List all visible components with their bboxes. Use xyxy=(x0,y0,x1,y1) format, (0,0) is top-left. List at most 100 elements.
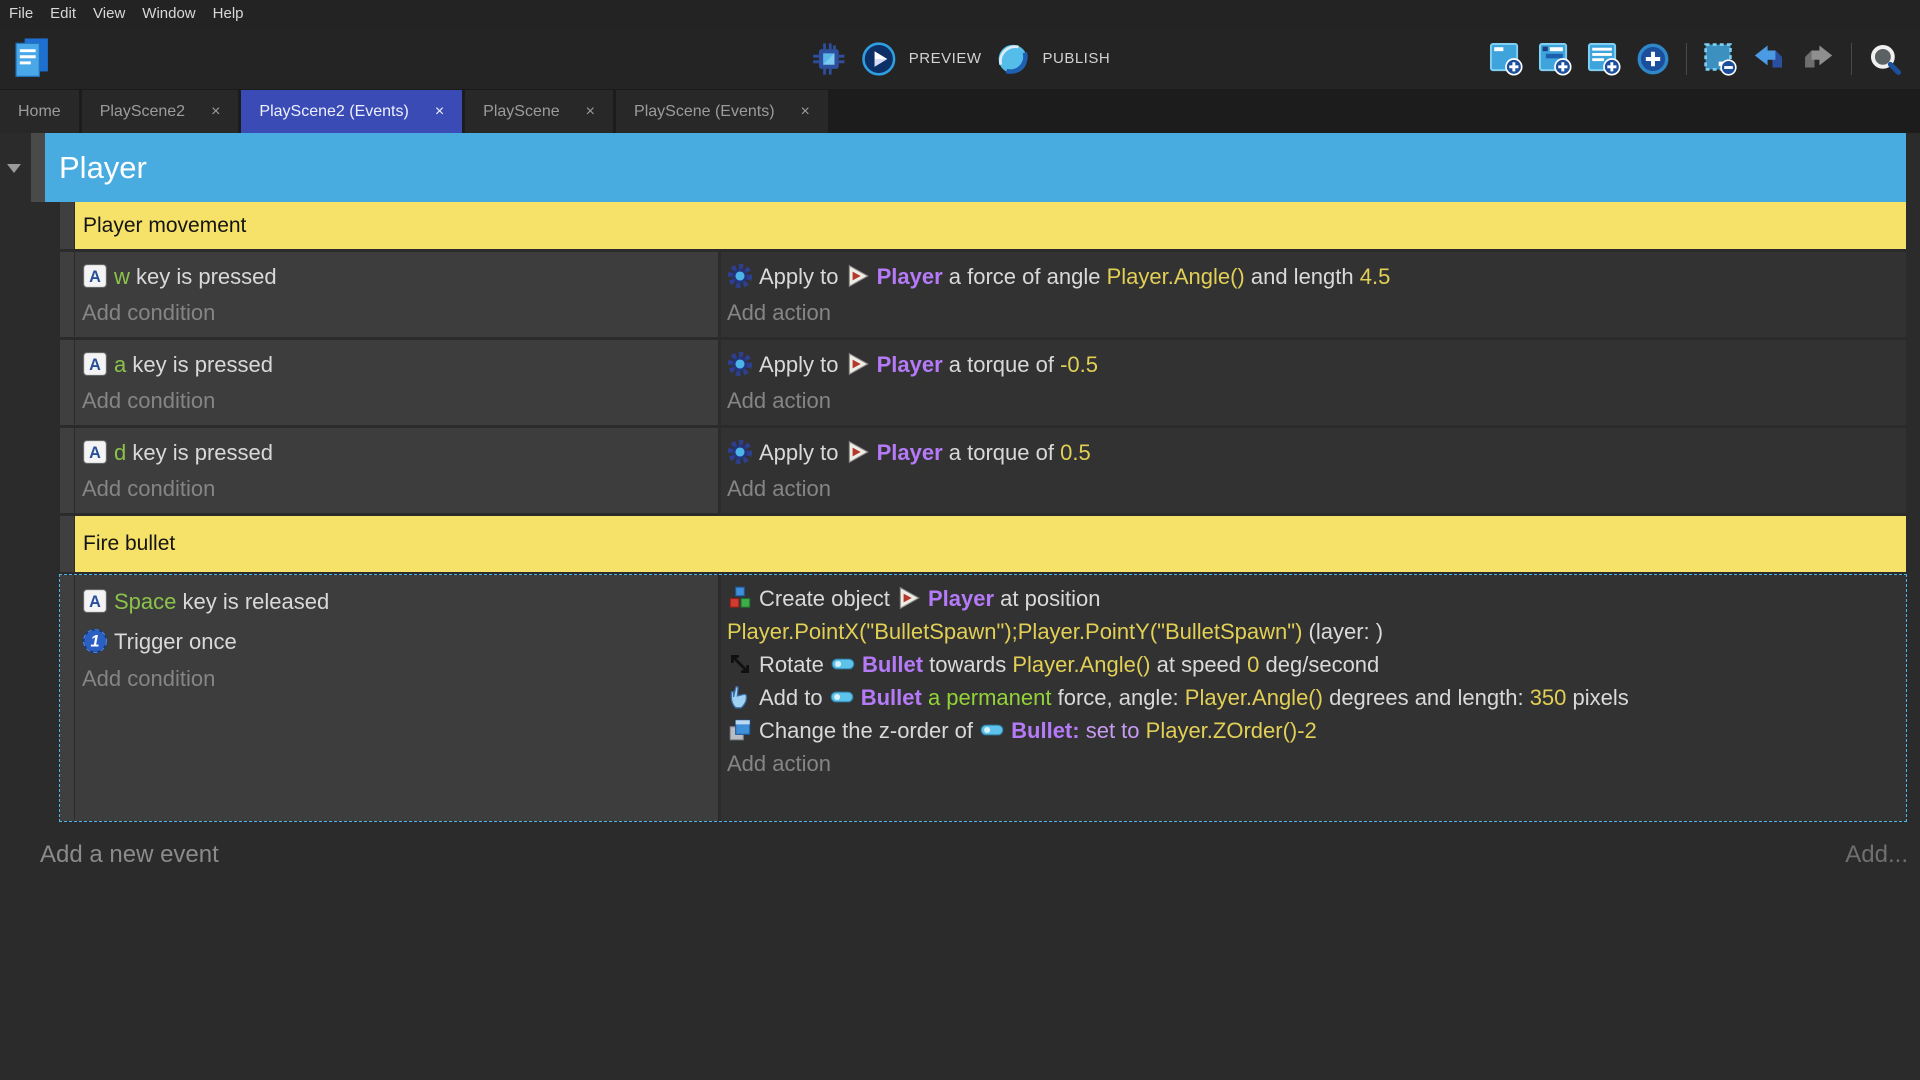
tab-playscene2[interactable]: PlayScene2 × xyxy=(81,90,239,133)
condition-line[interactable]: Ad key is pressed xyxy=(82,435,710,471)
actions-cell[interactable]: Create object Player at position Player.… xyxy=(721,575,1906,821)
search-icon[interactable] xyxy=(1866,40,1904,78)
group-indent-strip xyxy=(31,133,45,202)
toolbar-left xyxy=(10,35,54,85)
add-action-button[interactable]: Add action xyxy=(727,747,1898,781)
tab-bar: Home PlayScene2 × PlayScene2 (Events) × PlayS… xyxy=(0,90,1920,133)
close-icon[interactable]: × xyxy=(586,103,595,120)
event-row[interactable]: Ad key is pressed Add condition Apply to P… xyxy=(60,428,1906,513)
publish-button[interactable]: PUBLISH xyxy=(993,40,1110,78)
menu-item-help[interactable]: Help xyxy=(213,5,244,22)
text-segment: : xyxy=(1072,718,1086,743)
tab-playscene2-events[interactable]: PlayScene2 (Events) × xyxy=(241,90,463,133)
svg-text:A: A xyxy=(89,356,101,374)
add-condition-button[interactable]: Add condition xyxy=(82,471,710,507)
key-icon: A xyxy=(82,587,108,613)
text-segment: a torque of xyxy=(942,352,1061,377)
tab-playscene-events[interactable]: PlayScene (Events) × xyxy=(616,90,828,133)
event-row[interactable]: Aw key is pressed Add condition Apply to P… xyxy=(60,252,1906,337)
add-action-button[interactable]: Add action xyxy=(727,471,1898,507)
toolbar-center: PREVIEW PUBLISH xyxy=(810,27,1110,90)
redo-icon[interactable] xyxy=(1799,40,1837,78)
condition-line[interactable]: 1 Trigger once xyxy=(82,622,710,662)
conditions-cell[interactable]: Aa key is pressed Add condition xyxy=(75,340,718,425)
add-subevent-icon[interactable] xyxy=(1536,40,1574,78)
add-condition-button[interactable]: Add condition xyxy=(82,295,710,331)
event-drag-handle[interactable] xyxy=(60,340,74,425)
debug-icon[interactable] xyxy=(810,40,848,78)
add-more-button[interactable]: Add... xyxy=(1845,841,1908,869)
add-condition-button[interactable]: Add condition xyxy=(82,662,710,696)
menu-item-file[interactable]: File xyxy=(9,5,33,22)
text-segment: degrees and length: xyxy=(1322,685,1530,710)
chevron-down-icon[interactable] xyxy=(7,164,21,173)
close-icon[interactable]: × xyxy=(211,103,220,120)
text-segment: deg/second xyxy=(1259,652,1380,677)
text-segment: Bullet xyxy=(861,652,924,677)
tab-playscene[interactable]: PlayScene × xyxy=(465,90,614,133)
event-drag-handle[interactable] xyxy=(60,202,74,249)
select-remove-icon[interactable] xyxy=(1701,40,1739,78)
rotate-icon xyxy=(727,651,753,677)
project-manager-icon[interactable] xyxy=(10,35,54,81)
condition-line[interactable]: Aa key is pressed xyxy=(82,347,710,383)
conditions-cell[interactable]: A Space key is released 1 Trigger once Add c… xyxy=(75,575,718,821)
gear-icon xyxy=(727,439,753,465)
text-segment: Player xyxy=(876,352,943,377)
add-new-event-button[interactable]: Add a new event xyxy=(40,841,219,869)
actions-cell[interactable]: Apply to Player a torque of -0.5 Add acti… xyxy=(721,340,1906,425)
close-icon[interactable]: × xyxy=(801,103,810,120)
action-line[interactable]: Rotate Bullet towards Player.Angle() at … xyxy=(727,648,1898,681)
text-segment: Player.Angle() xyxy=(1012,652,1151,677)
menu-bar: File Edit View Window Help xyxy=(0,0,1920,27)
event-drag-handle[interactable] xyxy=(60,428,74,513)
add-condition-button[interactable]: Add condition xyxy=(82,383,710,419)
add-circle-icon[interactable] xyxy=(1634,40,1672,78)
comment-row[interactable]: Fire bullet xyxy=(60,516,1906,572)
text-segment: Player xyxy=(927,586,995,611)
text-segment: a xyxy=(114,352,127,377)
action-line[interactable]: Apply to Player a force of angle Player.… xyxy=(727,259,1898,295)
menu-item-view[interactable]: View xyxy=(93,5,125,22)
add-action-button[interactable]: Add action xyxy=(727,383,1898,419)
event-drag-handle[interactable] xyxy=(60,575,74,821)
preview-button[interactable]: PREVIEW xyxy=(860,40,982,78)
condition-line[interactable]: Aw key is pressed xyxy=(82,259,710,295)
action-line[interactable]: Add to Bullet a permanent force, angle: … xyxy=(727,681,1898,714)
menu-item-window[interactable]: Window xyxy=(142,5,195,22)
add-event-icon[interactable] xyxy=(1487,40,1525,78)
tab-label: PlayScene xyxy=(483,102,560,120)
player-icon xyxy=(845,439,871,465)
action-line[interactable]: Apply to Player a torque of -0.5 xyxy=(727,347,1898,383)
conditions-cell[interactable]: Aw key is pressed Add condition xyxy=(75,252,718,337)
undo-icon[interactable] xyxy=(1750,40,1788,78)
close-icon[interactable]: × xyxy=(435,103,444,120)
text-segment: and length xyxy=(1244,264,1360,289)
comment-row[interactable]: Player movement xyxy=(60,202,1906,249)
event-drag-handle[interactable] xyxy=(60,252,74,337)
event-row[interactable]: Aa key is pressed Add condition Apply to P… xyxy=(60,340,1906,425)
tab-home[interactable]: Home xyxy=(0,90,79,133)
actions-cell[interactable]: Apply to Player a force of angle Player.… xyxy=(721,252,1906,337)
text-segment: Add to xyxy=(759,685,829,710)
text-segment: a torque of xyxy=(942,440,1061,465)
action-line[interactable]: Apply to Player a torque of 0.5 xyxy=(727,435,1898,471)
menu-item-edit[interactable]: Edit xyxy=(50,5,76,22)
bullet-icon xyxy=(829,684,855,710)
action-line[interactable]: Change the z-order of Bullet: set to Pla… xyxy=(727,714,1898,747)
condition-line[interactable]: A Space key is released xyxy=(82,582,710,622)
add-comment-icon[interactable] xyxy=(1585,40,1623,78)
text-segment: key is released xyxy=(176,589,330,614)
key-icon: A xyxy=(82,263,108,289)
event-group-header[interactable]: Player xyxy=(45,133,1906,202)
action-line[interactable]: Create object Player at position Player.… xyxy=(727,582,1898,648)
text-segment: Player xyxy=(876,440,943,465)
text-segment: at speed xyxy=(1150,652,1248,677)
svg-text:A: A xyxy=(89,593,101,611)
conditions-cell[interactable]: Ad key is pressed Add condition xyxy=(75,428,718,513)
event-row[interactable]: A Space key is released 1 Trigger once Add c… xyxy=(59,574,1907,822)
event-drag-handle[interactable] xyxy=(60,516,74,572)
actions-cell[interactable]: Apply to Player a torque of 0.5 Add actio… xyxy=(721,428,1906,513)
player-icon xyxy=(845,263,871,289)
add-action-button[interactable]: Add action xyxy=(727,295,1898,331)
